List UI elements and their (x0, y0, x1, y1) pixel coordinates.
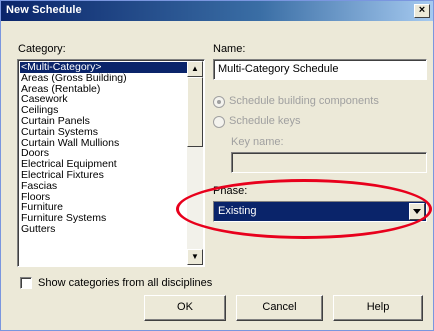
scroll-thumb[interactable] (187, 77, 203, 147)
category-list-item[interactable]: Curtain Panels (20, 116, 188, 127)
show-all-disciplines-checkbox[interactable] (20, 277, 32, 289)
category-list-item[interactable]: Areas (Rentable) (20, 84, 188, 95)
category-list-item[interactable]: Curtain Wall Mullions (20, 138, 188, 149)
scroll-down-button[interactable]: ▼ (187, 249, 203, 265)
category-list-item[interactable]: Doors (20, 148, 188, 159)
category-list-item[interactable]: Areas (Gross Building) (20, 73, 188, 84)
schedule-building-components-label: Schedule building components (229, 95, 379, 107)
scroll-down-icon: ▼ (191, 252, 199, 261)
category-list-item[interactable]: Electrical Equipment (20, 159, 188, 170)
schedule-keys-label: Schedule keys (229, 115, 301, 127)
dialog-title: New Schedule (6, 4, 82, 16)
category-list-item[interactable]: Electrical Fixtures (20, 170, 188, 181)
close-icon: × (418, 4, 426, 16)
category-list-item[interactable]: Gutters (20, 224, 188, 235)
name-label: Name: (213, 43, 246, 55)
category-label: Category: (18, 43, 66, 55)
category-list-item[interactable]: Curtain Systems (20, 127, 188, 138)
category-list-item[interactable]: Ceilings (20, 105, 188, 116)
category-scrollbar[interactable]: ▲ ▼ (187, 61, 203, 265)
category-list-item[interactable]: <Multi-Category> (19, 61, 189, 74)
title-bar[interactable]: New Schedule × (1, 1, 433, 21)
ok-button[interactable]: OK (144, 295, 226, 321)
category-list-item[interactable]: Furniture (20, 202, 188, 213)
cancel-button[interactable]: Cancel (236, 295, 323, 321)
scroll-up-button[interactable]: ▲ (187, 61, 203, 77)
schedule-building-components-radio[interactable] (213, 96, 225, 108)
show-all-disciplines-label: Show categories from all disciplines (38, 277, 213, 289)
key-name-field[interactable] (231, 152, 427, 173)
schedule-keys-radio[interactable] (213, 116, 225, 128)
new-schedule-dialog: New Schedule × Category: <Multi-Category… (0, 0, 434, 331)
category-list-item[interactable]: Casework (20, 94, 188, 105)
category-listbox[interactable]: <Multi-Category> Areas (Gross Building) Ar… (17, 59, 205, 267)
close-button[interactable]: × (414, 4, 430, 18)
category-list-item[interactable]: Fascias (20, 181, 188, 192)
name-field[interactable]: Multi-Category Schedule (213, 59, 427, 80)
category-list: <Multi-Category> Areas (Gross Building) Ar… (19, 61, 189, 235)
category-list-item[interactable]: Floors (20, 192, 188, 203)
help-button[interactable]: Help (333, 295, 423, 321)
key-name-label: Key name: (231, 136, 284, 148)
highlight-ellipse (176, 179, 432, 239)
scroll-up-icon: ▲ (191, 64, 199, 73)
category-list-item[interactable]: Furniture Systems (20, 213, 188, 224)
